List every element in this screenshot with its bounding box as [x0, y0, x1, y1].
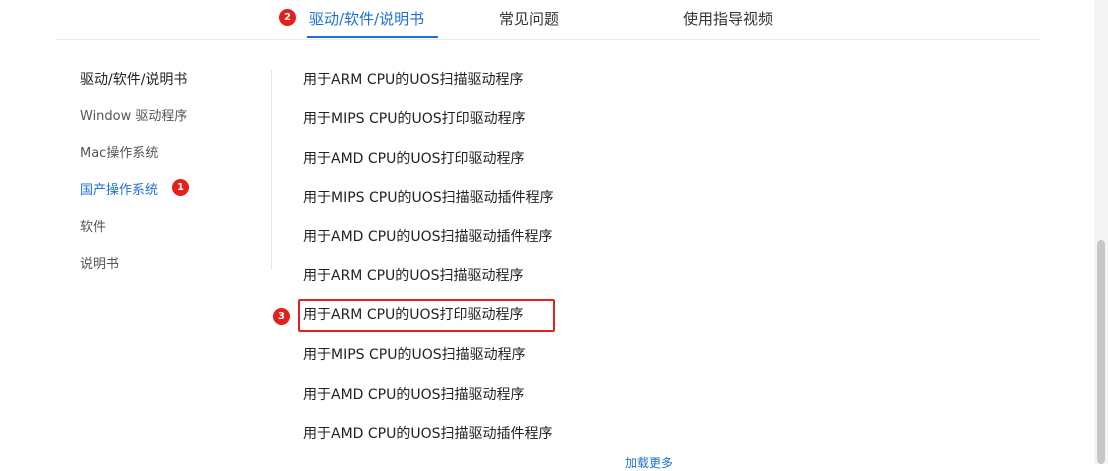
list-item[interactable]: 用于AMD CPU的UOS扫描驱动程序 [303, 385, 525, 405]
active-tab-underline [307, 36, 438, 38]
annotation-badge-3: 3 [273, 308, 290, 325]
load-more-link[interactable]: 加载更多 [625, 454, 673, 471]
sidebar-item-drivers-software-manuals[interactable]: 驱动/软件/说明书 [80, 69, 187, 89]
sidebar-item-domestic-os[interactable]: 国产操作系统 [80, 179, 158, 198]
sidebar-item-manuals[interactable]: 说明书 [80, 253, 119, 272]
list-item[interactable]: 用于AMD CPU的UOS扫描驱动插件程序 [303, 424, 553, 444]
tab-divider [55, 39, 1040, 40]
list-item[interactable]: 用于ARM CPU的UOS扫描驱动程序 [303, 266, 523, 286]
tab-faq[interactable]: 常见问题 [499, 8, 559, 29]
list-item[interactable]: 用于MIPS CPU的UOS扫描驱动插件程序 [303, 188, 554, 208]
sidebar-item-windows-drivers[interactable]: Window 驱动程序 [80, 105, 187, 124]
sidebar-divider [271, 70, 272, 270]
tab-drivers-software-manuals[interactable]: 驱动/软件/说明书 [309, 8, 424, 29]
list-item[interactable]: 用于ARM CPU的UOS扫描驱动程序 [303, 70, 523, 90]
list-item[interactable]: 用于AMD CPU的UOS扫描驱动插件程序 [303, 227, 553, 247]
list-item-highlighted[interactable]: 用于ARM CPU的UOS打印驱动程序 [303, 305, 523, 325]
tab-guide-videos[interactable]: 使用指导视频 [683, 8, 773, 29]
list-item[interactable]: 用于AMD CPU的UOS打印驱动程序 [303, 149, 525, 169]
annotation-badge-2: 2 [279, 9, 296, 26]
sidebar-item-mac-os[interactable]: Mac操作系统 [80, 142, 158, 161]
tab-bar: 2 驱动/软件/说明书 常见问题 使用指导视频 [0, 0, 1108, 40]
sidebar-item-software[interactable]: 软件 [80, 216, 106, 235]
annotation-badge-1: 1 [172, 179, 189, 196]
scrollbar-thumb[interactable] [1097, 240, 1105, 464]
list-item[interactable]: 用于MIPS CPU的UOS打印驱动程序 [303, 109, 526, 129]
list-item[interactable]: 用于MIPS CPU的UOS扫描驱动程序 [303, 345, 526, 365]
